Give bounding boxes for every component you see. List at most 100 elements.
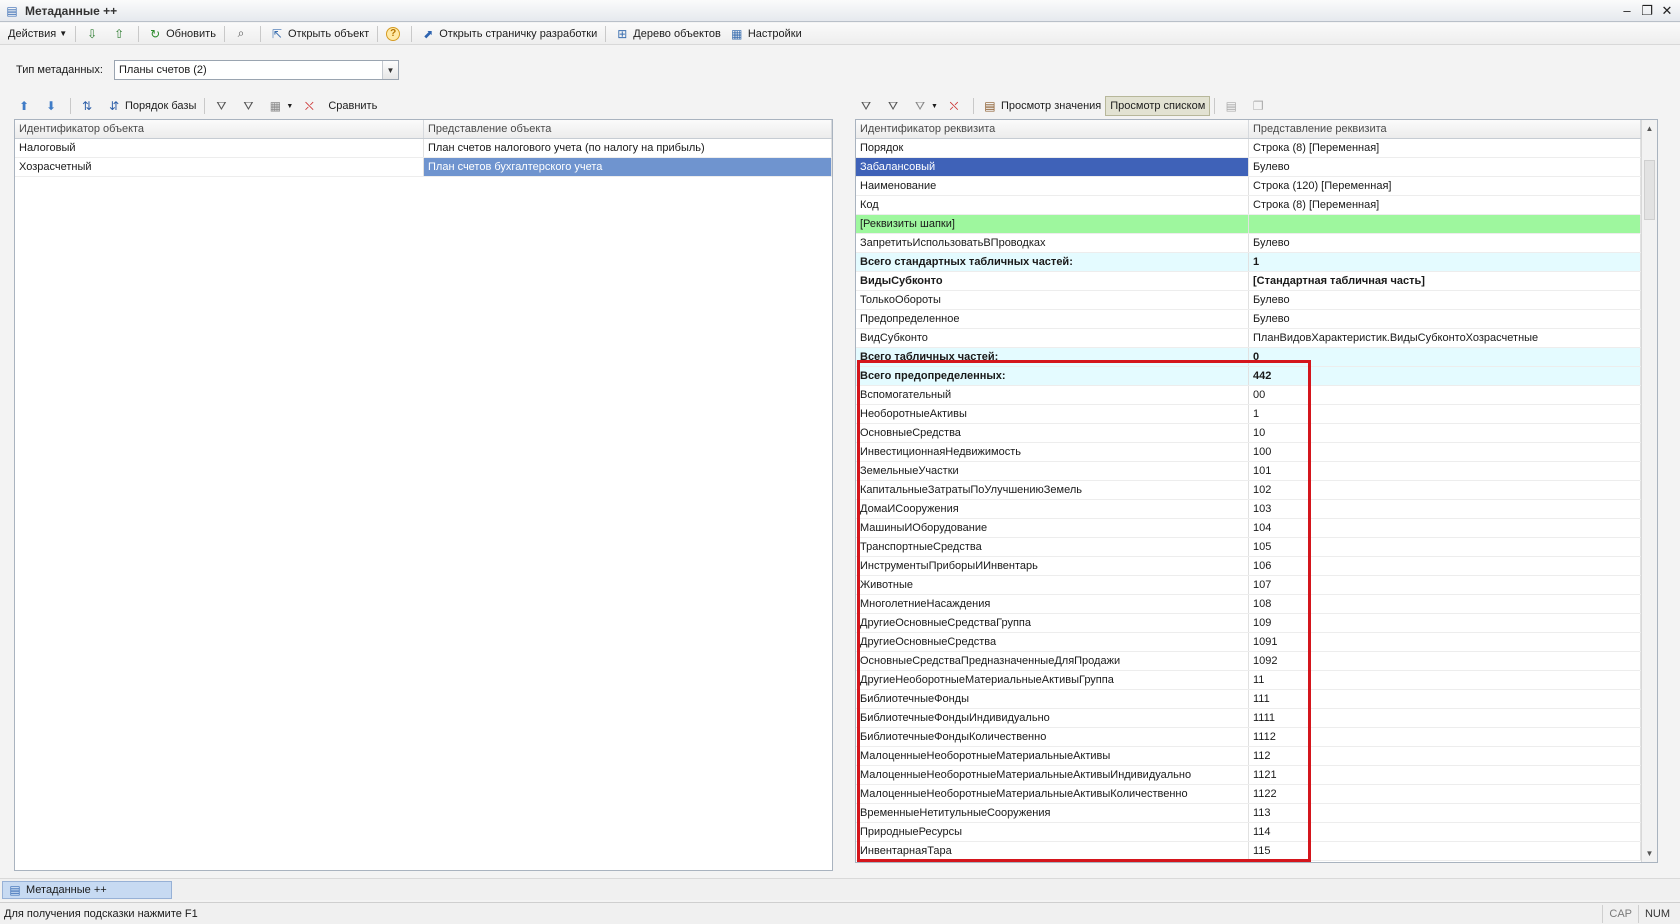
attribute-repr-cell[interactable]: 107 — [1249, 576, 1641, 594]
attribute-id-cell[interactable]: ДругиеНеоборотныеМатериальныеАктивыГрупп… — [856, 671, 1249, 689]
attribute-repr-cell[interactable]: 115 — [1249, 842, 1641, 860]
table-row[interactable]: Всего стандартных табличных частей: 1 — [856, 253, 1657, 272]
table-row[interactable]: Животные 107 — [856, 576, 1657, 595]
attribute-repr-cell[interactable]: 1121 — [1249, 766, 1641, 784]
attribute-id-cell[interactable]: Код — [856, 196, 1249, 214]
table-row[interactable]: ОсновныеСредства 10 — [856, 424, 1657, 443]
table-row[interactable]: ДругиеОсновныеСредстваГруппа 109 — [856, 614, 1657, 633]
attribute-id-cell[interactable]: ДомаИСооружения — [856, 500, 1249, 518]
table-row[interactable]: Вспомогательный 00 — [856, 386, 1657, 405]
attribute-repr-cell[interactable]: Булево — [1249, 310, 1641, 328]
attribute-repr-cell[interactable]: 0 — [1249, 348, 1641, 366]
attribute-repr-cell[interactable]: 113 — [1249, 804, 1641, 822]
view-value-button[interactable]: ▤ Просмотр значения — [978, 96, 1105, 116]
table-row[interactable]: Порядок Строка (8) [Переменная] — [856, 139, 1657, 158]
table-row[interactable]: ДомаИСооружения 103 — [856, 500, 1657, 519]
table-row[interactable]: НеоборотныеАктивы 1 — [856, 405, 1657, 424]
attribute-repr-cell[interactable]: 00 — [1249, 386, 1641, 404]
table-row[interactable]: МалоценныеНеоборотныеМатериальныеАктивыИ… — [856, 766, 1657, 785]
attribute-id-cell[interactable]: Наименование — [856, 177, 1249, 195]
attribute-id-cell[interactable]: Вспомогательный — [856, 386, 1249, 404]
attribute-repr-cell[interactable]: 1 — [1249, 405, 1641, 423]
scrollbar-thumb[interactable] — [1644, 160, 1655, 220]
filter-history-button[interactable]: ▦ ▼ — [263, 96, 297, 116]
table-row[interactable]: ВидСубконто ПланВидовХарактеристик.ВидыСу… — [856, 329, 1657, 348]
attribute-id-cell[interactable]: ЗемельныеУчастки — [856, 462, 1249, 480]
table-row[interactable]: Наименование Строка (120) [Переменная] — [856, 177, 1657, 196]
clear-filter-button[interactable]: ⛌ — [297, 96, 324, 116]
attribute-id-cell[interactable]: МалоценныеНеоборотныеМатериальныеАктивыК… — [856, 785, 1249, 803]
table-row[interactable]: Предопределенное Булево — [856, 310, 1657, 329]
attribute-repr-cell[interactable]: 100 — [1249, 443, 1641, 461]
view-list-toggle[interactable]: Просмотр списком — [1105, 96, 1211, 116]
attribute-repr-cell[interactable]: 10 — [1249, 424, 1641, 442]
attributes-scrollbar[interactable]: ▲ ▼ — [1641, 120, 1657, 862]
attribute-id-cell[interactable]: ОсновныеСредства — [856, 424, 1249, 442]
column-header-attribute-repr[interactable]: Представление реквизита — [1249, 120, 1641, 138]
object-repr-cell[interactable]: План счетов бухгалтерского учета — [424, 158, 832, 176]
clear-filter-button[interactable]: ⛌ — [942, 96, 969, 116]
table-row[interactable]: Налоговый План счетов налогового учета (п… — [15, 139, 832, 158]
attribute-id-cell[interactable]: ПриродныеРесурсы — [856, 823, 1249, 841]
attribute-repr-cell[interactable]: 1 — [1249, 253, 1641, 271]
attribute-repr-cell[interactable]: Строка (8) [Переменная] — [1249, 196, 1641, 214]
table-row[interactable]: ИнструментыПриборыИИнвентарь 106 — [856, 557, 1657, 576]
attribute-repr-cell[interactable]: 109 — [1249, 614, 1641, 632]
attribute-id-cell[interactable]: Всего табличных частей: — [856, 348, 1249, 366]
attribute-id-cell[interactable]: НеоборотныеАктивы — [856, 405, 1249, 423]
column-header-object-repr[interactable]: Представление объекта — [424, 120, 832, 138]
attribute-repr-cell[interactable]: ПланВидовХарактеристик.ВидыСубконтоХозра… — [1249, 329, 1641, 347]
object-repr-cell[interactable]: План счетов налогового учета (по налогу … — [424, 139, 832, 157]
find-button[interactable]: ⌕ — [229, 24, 256, 44]
object-tree-button[interactable]: ⊞ Дерево объектов — [610, 24, 725, 44]
attribute-repr-cell[interactable]: 104 — [1249, 519, 1641, 537]
import-button[interactable]: ⇩ — [80, 24, 107, 44]
table-row[interactable]: ОсновныеСредстваПредназначенныеДляПродаж… — [856, 652, 1657, 671]
copy-button[interactable]: ❐ — [1246, 96, 1273, 116]
table-row[interactable]: ВременныеНетитульныеСооружения 113 — [856, 804, 1657, 823]
attribute-id-cell[interactable]: БиблиотечныеФондыИндивидуально — [856, 709, 1249, 727]
move-down-button[interactable]: ⬇ — [39, 96, 66, 116]
table-row[interactable]: БиблиотечныеФондыКоличественно 1112 — [856, 728, 1657, 747]
filter-history-button[interactable]: ⛛ ▼ — [908, 96, 942, 116]
table-row[interactable]: КапитальныеЗатратыПоУлучшениюЗемель 102 — [856, 481, 1657, 500]
minimize-button[interactable]: ‒ — [1618, 2, 1636, 19]
attribute-id-cell[interactable]: ДругиеОсновныеСредстваГруппа — [856, 614, 1249, 632]
settings-button[interactable]: ▦ Настройки — [725, 24, 806, 44]
table-row[interactable]: ПриродныеРесурсы 114 — [856, 823, 1657, 842]
table-row[interactable]: МноголетниеНасаждения 108 — [856, 595, 1657, 614]
table-row[interactable]: ИнвестиционнаяНедвижимость 100 — [856, 443, 1657, 462]
open-object-button[interactable]: ⇱ Открыть объект — [265, 24, 373, 44]
attribute-repr-cell[interactable]: 1111 — [1249, 709, 1641, 727]
close-button[interactable]: ✕ — [1658, 2, 1676, 19]
filter-value-button[interactable]: ⛛ — [236, 96, 263, 116]
table-row[interactable]: ТранспортныеСредства 105 — [856, 538, 1657, 557]
export-button[interactable]: ⇧ — [107, 24, 134, 44]
attribute-repr-cell[interactable]: 1092 — [1249, 652, 1641, 670]
table-row[interactable]: МалоценныеНеоборотныеМатериальныеАктивыК… — [856, 785, 1657, 804]
attribute-repr-cell[interactable]: Булево — [1249, 291, 1641, 309]
restore-button[interactable]: ❐ — [1638, 2, 1656, 19]
compare-button[interactable]: Сравнить — [324, 96, 381, 116]
attribute-repr-cell[interactable]: 106 — [1249, 557, 1641, 575]
table-row[interactable]: ИнвентарнаяТара 115 — [856, 842, 1657, 861]
attribute-id-cell[interactable]: ВидыСубконто — [856, 272, 1249, 290]
move-up-button[interactable]: ⬆ — [12, 96, 39, 116]
column-header-object-id[interactable]: Идентификатор объекта — [15, 120, 424, 138]
attribute-id-cell[interactable]: БиблиотечныеФондыКоличественно — [856, 728, 1249, 746]
attribute-id-cell[interactable]: МашиныИОборудование — [856, 519, 1249, 537]
attribute-id-cell[interactable]: Всего предопределенных: — [856, 367, 1249, 385]
taskbar-tab[interactable]: ▤ Метаданные ++ — [2, 881, 172, 899]
attribute-id-cell[interactable]: ЗапретитьИспользоватьВПроводках — [856, 234, 1249, 252]
actions-menu-button[interactable]: Действия ▼ — [4, 24, 71, 44]
attribute-repr-cell[interactable]: 108 — [1249, 595, 1641, 613]
attribute-repr-cell[interactable]: 101 — [1249, 462, 1641, 480]
attribute-id-cell[interactable]: Забалансовый — [856, 158, 1249, 176]
attribute-id-cell[interactable]: Животные — [856, 576, 1249, 594]
attribute-id-cell[interactable]: ИнструментыПриборыИИнвентарь — [856, 557, 1249, 575]
attribute-repr-cell[interactable]: 1091 — [1249, 633, 1641, 651]
table-row[interactable]: БиблиотечныеФонды 111 — [856, 690, 1657, 709]
table-row[interactable]: МалоценныеНеоборотныеМатериальныеАктивы 1… — [856, 747, 1657, 766]
base-order-button[interactable]: ⇵ Порядок базы — [102, 96, 200, 116]
table-row[interactable]: МашиныИОборудование 104 — [856, 519, 1657, 538]
